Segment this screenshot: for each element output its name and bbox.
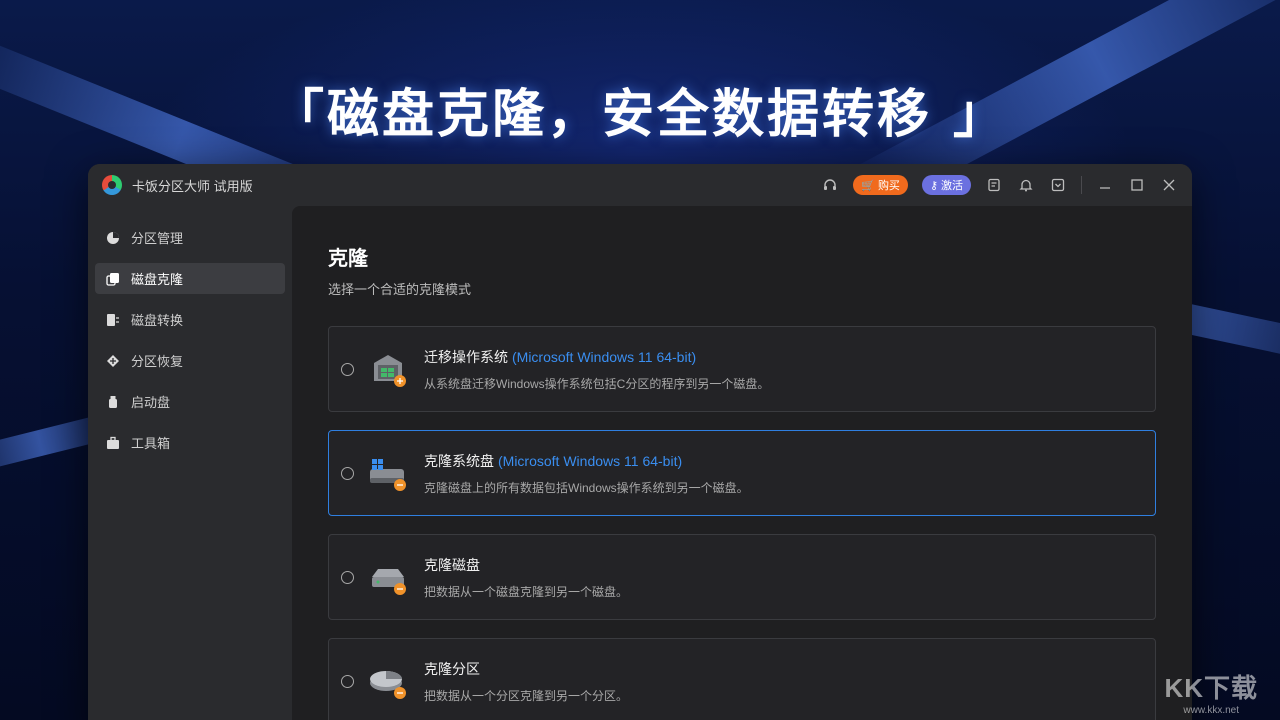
- key-icon: ⚷: [929, 179, 938, 192]
- app-title: 卡饭分区大师 试用版: [132, 178, 253, 194]
- buy-button[interactable]: 🛒 购买: [853, 175, 908, 195]
- sidebar-item-label: 分区恢复: [131, 354, 184, 369]
- banner-headline: 「磁盘克隆，安全数据转移 」: [271, 85, 1009, 145]
- buy-label: 购买: [877, 180, 900, 192]
- pie-chart-icon: [105, 230, 121, 246]
- activate-button[interactable]: ⚷ 激活: [921, 175, 971, 195]
- activate-label: 激活: [941, 180, 963, 192]
- option-title: 克隆系统盘 (Microsoft Windows 11 64-bit): [424, 451, 749, 471]
- radio-button[interactable]: [341, 674, 354, 688]
- option-title-text: 克隆系统盘: [424, 452, 494, 469]
- sidebar-item-partition-recover[interactable]: 分区恢复: [95, 345, 285, 376]
- os-label: (Microsoft Windows 11 64-bit): [512, 348, 697, 365]
- sidebar-item-disk-convert[interactable]: 磁盘转换: [95, 304, 285, 335]
- sidebar-item-label: 分区管理: [131, 231, 184, 246]
- sidebar-item-label: 磁盘克隆: [131, 272, 184, 287]
- option-migrate-os[interactable]: 迁移操作系统 (Microsoft Windows 11 64-bit) 从系统盘…: [328, 326, 1156, 412]
- option-clone-system-disk[interactable]: 克隆系统盘 (Microsoft Windows 11 64-bit) 克隆磁盘上…: [328, 430, 1156, 516]
- title-bar: 卡饭分区大师 试用版 🛒 购买 ⚷ 激活: [88, 164, 1192, 206]
- bell-icon[interactable]: [1017, 176, 1035, 194]
- divider: [1081, 176, 1082, 194]
- headset-icon[interactable]: [821, 176, 839, 194]
- app-window: 卡饭分区大师 试用版 🛒 购买 ⚷ 激活 分区管理 磁盘克隆 磁盘转换 分区恢复…: [88, 164, 1192, 720]
- disk-convert-icon: [105, 312, 121, 328]
- title-bar-actions: 🛒 购买 ⚷ 激活: [821, 175, 1178, 195]
- sidebar-item-disk-clone[interactable]: 磁盘克隆: [95, 263, 285, 294]
- sidebar-item-label: 启动盘: [131, 395, 171, 410]
- option-title: 克隆分区: [424, 659, 628, 679]
- option-text: 迁移操作系统 (Microsoft Windows 11 64-bit) 从系统盘…: [424, 347, 769, 392]
- sidebar: 分区管理 磁盘克隆 磁盘转换 分区恢复 启动盘 工具箱: [88, 206, 292, 720]
- option-clone-disk[interactable]: 克隆磁盘 把数据从一个磁盘克隆到另一个磁盘。: [328, 534, 1156, 620]
- radio-button[interactable]: [341, 362, 354, 376]
- toolbox-icon: [105, 435, 121, 451]
- sidebar-item-label: 磁盘转换: [131, 313, 184, 328]
- app-logo-icon: [102, 175, 122, 195]
- option-title-text: 克隆磁盘: [424, 556, 480, 573]
- recover-icon: [105, 353, 121, 369]
- watermark-url: www.kkx.net: [1183, 705, 1239, 716]
- cart-icon: 🛒: [861, 179, 875, 192]
- page-subtitle: 选择一个合适的克隆模式: [328, 282, 472, 297]
- minimize-icon[interactable]: [1096, 176, 1114, 194]
- migrate-os-icon: [366, 347, 410, 391]
- option-text: 克隆分区 把数据从一个分区克隆到另一个分区。: [424, 659, 628, 704]
- maximize-icon[interactable]: [1128, 176, 1146, 194]
- option-description: 从系统盘迁移Windows操作系统包括C分区的程序到另一个磁盘。: [424, 376, 770, 391]
- watermark: KK下载 www.kkx.net: [1164, 668, 1258, 716]
- os-label: (Microsoft Windows 11 64-bit): [498, 452, 683, 469]
- notes-icon[interactable]: [985, 176, 1003, 194]
- menu-dropdown-icon[interactable]: [1049, 176, 1067, 194]
- sidebar-item-toolbox[interactable]: 工具箱: [95, 427, 285, 458]
- option-description: 把数据从一个磁盘克隆到另一个磁盘。: [424, 584, 629, 599]
- page-title: 克隆: [328, 248, 368, 270]
- option-title-text: 迁移操作系统: [424, 348, 508, 365]
- option-text: 克隆磁盘 把数据从一个磁盘克隆到另一个磁盘。: [424, 555, 628, 600]
- radio-button[interactable]: [341, 466, 354, 480]
- sidebar-item-label: 工具箱: [131, 436, 171, 451]
- close-icon[interactable]: [1160, 176, 1178, 194]
- usb-drive-icon: [105, 394, 121, 410]
- clone-partition-icon: [366, 659, 410, 703]
- option-description: 克隆磁盘上的所有数据包括Windows操作系统到另一个磁盘。: [424, 480, 749, 495]
- option-clone-partition[interactable]: 克隆分区 把数据从一个分区克隆到另一个分区。: [328, 638, 1156, 720]
- option-title: 克隆磁盘: [424, 555, 628, 575]
- option-text: 克隆系统盘 (Microsoft Windows 11 64-bit) 克隆磁盘上…: [424, 451, 749, 496]
- disk-clone-icon: [105, 271, 121, 287]
- sidebar-item-boot-disk[interactable]: 启动盘: [95, 386, 285, 417]
- radio-button[interactable]: [341, 570, 354, 584]
- watermark-brand: KK下载: [1164, 673, 1258, 703]
- clone-system-disk-icon: [366, 451, 410, 495]
- clone-disk-icon: [366, 555, 410, 599]
- main-panel: 克隆 选择一个合适的克隆模式 迁移操作系统 (Microsoft Windows …: [292, 206, 1192, 720]
- option-title-text: 克隆分区: [424, 660, 480, 677]
- sidebar-item-partition-manage[interactable]: 分区管理: [95, 222, 285, 253]
- option-title: 迁移操作系统 (Microsoft Windows 11 64-bit): [424, 347, 769, 367]
- option-description: 把数据从一个分区克隆到另一个分区。: [424, 688, 629, 703]
